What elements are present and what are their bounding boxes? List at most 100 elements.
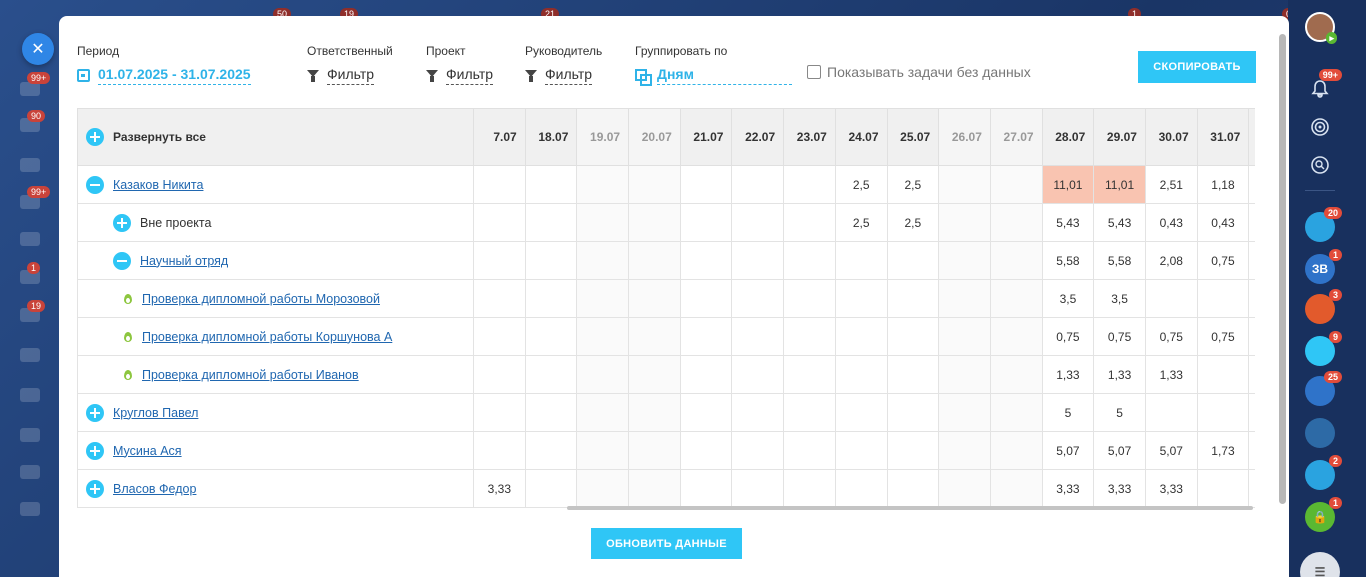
app-badge: 20	[1323, 207, 1342, 219]
value-cell	[886, 241, 940, 280]
period-value[interactable]: 01.07.2025 - 31.07.2025	[98, 66, 251, 85]
value-cell	[1144, 279, 1198, 318]
app-telegram-button[interactable]: 20	[1305, 207, 1342, 242]
period-filter: Период 01.07.2025 - 31.07.2025	[77, 44, 251, 87]
app-chat-button[interactable]: 9	[1305, 331, 1342, 366]
total-cell: 39,96	[1248, 469, 1255, 508]
value-cell	[628, 241, 681, 280]
value-cell: 1,33	[1093, 355, 1146, 394]
show-empty-tasks-checkbox[interactable]	[807, 65, 821, 79]
show-empty-tasks-toggle[interactable]: Показывать задачи без данных	[807, 64, 1031, 80]
app-contacts-button[interactable]: 3	[1305, 289, 1342, 324]
responsible-picker[interactable]: Фильтр	[307, 66, 375, 85]
value-cell	[731, 317, 785, 356]
expand-all-label[interactable]: Развернуть все	[113, 130, 206, 144]
value-cell	[524, 203, 578, 242]
activity-stream-button[interactable]	[1305, 112, 1335, 142]
notifications-button[interactable]: 99+	[1305, 69, 1342, 104]
bg-menu-item	[20, 428, 40, 442]
bg-badge: 19	[27, 300, 46, 312]
value-cell: 1,73	[1196, 431, 1250, 470]
value-cell	[989, 241, 1043, 280]
value-cell	[1196, 393, 1250, 432]
value-cell	[834, 431, 888, 470]
group-icon	[635, 68, 652, 86]
responsible-label: Ответственный	[307, 44, 393, 58]
task-link[interactable]: Проверка дипломной работы Коршунова А	[142, 330, 392, 344]
value-cell	[886, 317, 940, 356]
expand-icon[interactable]	[113, 213, 131, 232]
collapse-icon[interactable]	[86, 175, 104, 194]
right-sidebar: ▸ 99+ 20 ЗВ 1 3 9 25 2 🔒 1 ☰	[1288, 0, 1366, 577]
value-cell	[524, 393, 578, 432]
expand-all-header[interactable]: Развернуть все	[77, 108, 474, 166]
row-link[interactable]: Круглов Павел	[113, 406, 198, 420]
value-cell	[524, 355, 578, 394]
close-slider-button[interactable]: ✕	[22, 33, 54, 65]
row-name-cell: Проверка дипломной работы Иванов	[77, 355, 474, 394]
value-cell	[989, 355, 1043, 394]
row-link[interactable]: Мусина Ася	[113, 444, 182, 458]
project-value[interactable]: Фильтр	[446, 66, 494, 85]
value-cell	[834, 393, 888, 432]
project-picker[interactable]: Фильтр	[426, 66, 494, 85]
value-cell	[679, 241, 733, 280]
value-cell	[731, 203, 785, 242]
expand-icon[interactable]	[86, 441, 104, 460]
group-by-picker[interactable]: Дням	[635, 66, 792, 86]
total-column-header: Весьпериод	[1248, 108, 1255, 166]
row-link[interactable]: Власов Федор	[113, 482, 196, 496]
total-cell: 16,72	[1248, 203, 1255, 242]
value-cell	[576, 203, 630, 242]
task-link[interactable]: Проверка дипломной работы Иванов	[142, 368, 359, 382]
expand-all-icon[interactable]	[86, 128, 104, 146]
refresh-data-button[interactable]: ОБНОВИТЬ ДАННЫЕ	[591, 528, 742, 559]
task-link[interactable]: Проверка дипломной работы Морозовой	[142, 292, 380, 306]
bg-badge: 99+	[27, 72, 51, 84]
app-lock-button[interactable]: 🔒 1	[1305, 497, 1342, 532]
row-link[interactable]: Казаков Никита	[113, 178, 203, 192]
table-row: Проверка дипломной работы Морозовой 3,5 3,…	[77, 279, 1255, 318]
app-flow-button[interactable]: 25	[1305, 371, 1342, 406]
expand-icon[interactable]	[86, 403, 104, 422]
responsible-value[interactable]: Фильтр	[327, 66, 375, 85]
value-cell	[989, 279, 1043, 318]
manager-value[interactable]: Фильтр	[545, 66, 593, 85]
row-link[interactable]: Научный отряд	[140, 254, 228, 268]
app-support-button[interactable]	[1305, 418, 1335, 448]
copy-button[interactable]: СКОПИРОВАТЬ	[1138, 51, 1256, 83]
group-by-value[interactable]: Дням	[657, 66, 792, 85]
date-column-header: 30.07	[1144, 108, 1198, 166]
app-zv-button[interactable]: ЗВ 1	[1305, 249, 1342, 284]
more-menu-button[interactable]: ☰	[1300, 552, 1340, 577]
value-cell	[473, 279, 526, 318]
search-chat-button[interactable]	[1305, 150, 1335, 180]
value-cell	[679, 165, 733, 204]
manager-picker[interactable]: Фильтр	[525, 66, 593, 85]
value-cell: 2,08	[1144, 241, 1198, 280]
horizontal-scrollbar[interactable]	[567, 506, 1253, 510]
value-cell	[834, 355, 888, 394]
row-name-cell: Вне проекта	[77, 203, 474, 242]
collapse-icon[interactable]	[113, 251, 131, 270]
expand-icon[interactable]	[86, 479, 104, 498]
value-cell	[731, 355, 785, 394]
user-avatar[interactable]: ▸	[1305, 12, 1337, 44]
project-label: Проект	[426, 44, 466, 58]
value-cell: 11,01	[1041, 165, 1095, 204]
value-cell	[679, 469, 733, 508]
value-cell: 3,5	[1093, 279, 1146, 318]
value-cell: 5	[1041, 393, 1095, 432]
funnel-icon	[426, 69, 438, 82]
period-picker[interactable]: 01.07.2025 - 31.07.2025	[77, 66, 251, 85]
value-cell	[783, 203, 836, 242]
value-cell	[1196, 355, 1250, 394]
total-cell: 10	[1248, 393, 1255, 432]
project-filter: Проект Фильтр	[426, 44, 494, 87]
vertical-scrollbar[interactable]	[1279, 34, 1286, 504]
date-column-header: 23.07	[783, 108, 836, 166]
value-cell: 5	[1093, 393, 1146, 432]
value-cell	[731, 279, 785, 318]
row-name-cell: Мусина Ася	[77, 431, 474, 470]
app-telegram2-button[interactable]: 2	[1305, 455, 1342, 490]
